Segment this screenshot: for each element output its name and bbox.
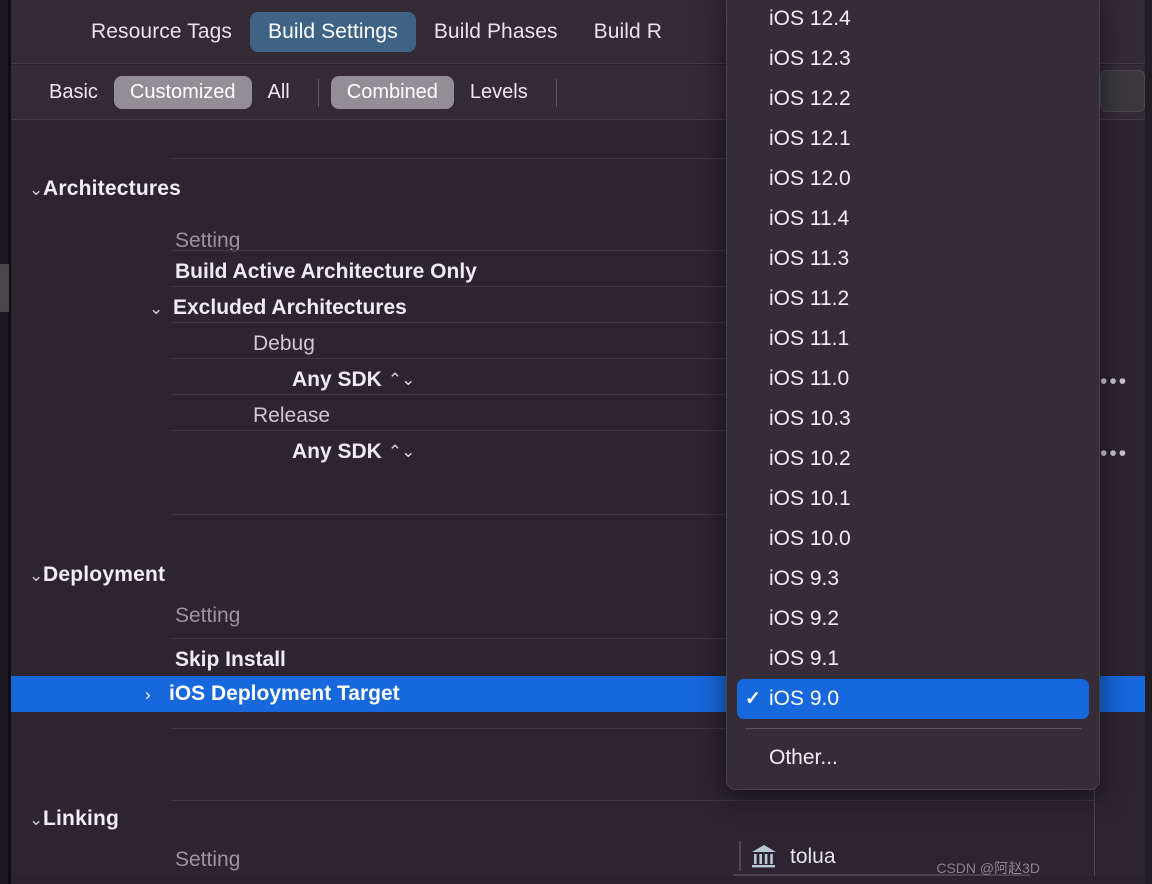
tab-resource-tags[interactable]: Resource Tags bbox=[73, 12, 250, 52]
row-divider bbox=[171, 800, 1094, 801]
setting-label: Skip Install bbox=[175, 648, 286, 671]
library-building-icon bbox=[750, 843, 778, 869]
value-label: Any SDK bbox=[292, 368, 382, 391]
group-header-linking[interactable]: ⌄ Linking bbox=[11, 804, 1145, 834]
setting-sublabel: Debug bbox=[253, 332, 315, 355]
value-label: Any SDK bbox=[292, 440, 382, 463]
dropdown-item-ios-11-3[interactable]: iOS 11.3 bbox=[727, 239, 1099, 279]
filter-all[interactable]: All bbox=[252, 76, 306, 109]
window-left-edge bbox=[0, 0, 8, 884]
dropdown-item-ios-12-3[interactable]: iOS 12.3 bbox=[727, 39, 1099, 79]
more-options-button-debug[interactable]: ••• bbox=[1100, 370, 1128, 394]
filter-combined[interactable]: Combined bbox=[330, 76, 454, 109]
group-title: Deployment bbox=[43, 563, 166, 586]
dropdown-item-ios-11-0[interactable]: iOS 11.0 bbox=[727, 359, 1099, 399]
dropdown-separator bbox=[745, 728, 1081, 729]
ios-deployment-target-dropdown-menu: iOS 12.4 iOS 12.3 iOS 12.2 iOS 12.1 iOS … bbox=[726, 0, 1100, 790]
filter-divider-1 bbox=[317, 78, 319, 107]
filter-customized[interactable]: Customized bbox=[113, 76, 252, 109]
dropdown-item-list: iOS 12.4 iOS 12.3 iOS 12.2 iOS 12.1 iOS … bbox=[727, 0, 1099, 778]
library-name-label: tolua bbox=[790, 845, 836, 868]
watermark-text: CSDN @阿赵3D bbox=[936, 860, 1040, 876]
dropdown-item-ios-10-3[interactable]: iOS 10.3 bbox=[727, 399, 1099, 439]
chevron-down-icon: ⌄ bbox=[29, 809, 44, 829]
dropdown-item-ios-12-1[interactable]: iOS 12.1 bbox=[727, 119, 1099, 159]
group-title: Architectures bbox=[43, 177, 181, 200]
search-input[interactable] bbox=[1100, 70, 1145, 112]
dropdown-item-ios-12-4[interactable]: iOS 12.4 bbox=[727, 0, 1099, 39]
setting-label: Excluded Architectures bbox=[173, 296, 407, 319]
stepper-updown-icon[interactable]: ⌃⌄ bbox=[388, 370, 415, 390]
tab-build-rules[interactable]: Build R bbox=[576, 12, 680, 52]
chevron-down-icon[interactable]: ⌄ bbox=[149, 300, 163, 317]
dropdown-item-ios-9-1[interactable]: iOS 9.1 bbox=[727, 639, 1099, 679]
left-scrollbar-thumb[interactable] bbox=[0, 264, 9, 312]
setting-label: Build Active Architecture Only bbox=[175, 260, 477, 283]
column-header-label: Setting bbox=[175, 848, 241, 871]
library-row-separator bbox=[739, 841, 741, 871]
group-title: Linking bbox=[43, 807, 120, 830]
column-header-label: Setting bbox=[175, 604, 241, 627]
filter-levels[interactable]: Levels bbox=[454, 76, 544, 109]
dropdown-item-ios-9-2[interactable]: iOS 9.2 bbox=[727, 599, 1099, 639]
setting-label: iOS Deployment Target bbox=[169, 682, 400, 705]
dropdown-item-ios-12-0[interactable]: iOS 12.0 bbox=[727, 159, 1099, 199]
tab-build-settings[interactable]: Build Settings bbox=[250, 12, 416, 52]
chevron-down-icon: ⌄ bbox=[29, 179, 44, 199]
dropdown-item-ios-10-1[interactable]: iOS 10.1 bbox=[727, 479, 1099, 519]
stepper-updown-icon[interactable]: ⌃⌄ bbox=[388, 442, 415, 462]
dropdown-item-ios-9-0[interactable]: ✓ iOS 9.0 bbox=[737, 679, 1089, 719]
dropdown-item-ios-10-0[interactable]: iOS 10.0 bbox=[727, 519, 1099, 559]
filter-divider-2 bbox=[555, 78, 557, 107]
dropdown-item-ios-11-2[interactable]: iOS 11.2 bbox=[727, 279, 1099, 319]
tab-build-phases[interactable]: Build Phases bbox=[416, 12, 576, 52]
dropdown-item-other[interactable]: Other... bbox=[727, 738, 1099, 778]
window-right-edge bbox=[1145, 0, 1152, 884]
chevron-down-icon: ⌄ bbox=[29, 565, 44, 585]
checkmark-icon: ✓ bbox=[745, 688, 761, 710]
filter-basic[interactable]: Basic bbox=[33, 76, 114, 109]
xcode-build-settings-window: Resource Tags Build Settings Build Phase… bbox=[0, 0, 1152, 884]
dropdown-item-label: iOS 9.0 bbox=[769, 687, 840, 710]
chevron-right-icon[interactable]: › bbox=[145, 686, 159, 703]
setting-sublabel: Release bbox=[253, 404, 331, 427]
dropdown-item-ios-11-1[interactable]: iOS 11.1 bbox=[727, 319, 1099, 359]
dropdown-item-ios-12-2[interactable]: iOS 12.2 bbox=[727, 79, 1099, 119]
more-options-button-release[interactable]: ••• bbox=[1100, 442, 1128, 466]
dropdown-item-ios-9-3[interactable]: iOS 9.3 bbox=[727, 559, 1099, 599]
dropdown-item-ios-10-2[interactable]: iOS 10.2 bbox=[727, 439, 1099, 479]
dropdown-item-ios-11-4[interactable]: iOS 11.4 bbox=[727, 199, 1099, 239]
